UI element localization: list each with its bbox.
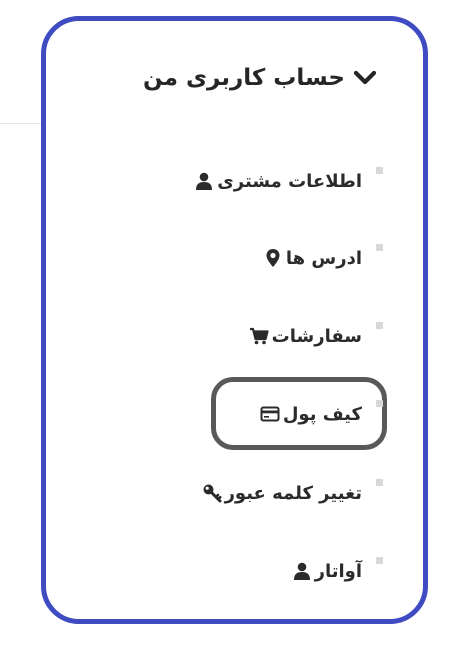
- menu-item-wallet[interactable]: کیف پول: [260, 399, 362, 429]
- menu-item-avatar[interactable]: آواتار: [292, 556, 362, 586]
- menu-item-label: ادرس ها: [285, 247, 362, 269]
- menu-item-change-password[interactable]: تغییر کلمه عبور: [202, 478, 362, 508]
- menu-item-label: سفارشات: [271, 325, 362, 347]
- list-bullet: [376, 557, 383, 564]
- user-icon: [293, 562, 310, 580]
- menu-item-label: تغییر کلمه عبور: [224, 482, 362, 504]
- credit-card-icon: [260, 406, 280, 422]
- map-marker-icon: [266, 249, 280, 267]
- menu-item-label: آواتار: [314, 560, 362, 582]
- key-icon: [203, 484, 222, 503]
- menu-item-label: کیف پول: [282, 403, 362, 425]
- shopping-cart-icon: [249, 327, 269, 345]
- account-menu-header[interactable]: حساب کاربری من: [143, 60, 377, 96]
- menu-item-label: اطلاعات مشتری: [217, 170, 362, 192]
- chevron-down-icon: [353, 70, 377, 85]
- menu-item-addresses[interactable]: ادرس ها: [263, 243, 362, 273]
- user-icon: [196, 172, 213, 190]
- account-menu-screen: حساب کاربری من اطلاعات مشتری ادرس ها سفا…: [0, 0, 467, 659]
- list-bullet: [376, 479, 383, 486]
- account-menu-panel: [41, 16, 428, 624]
- list-bullet: [376, 322, 383, 329]
- menu-item-orders[interactable]: سفارشات: [249, 321, 362, 351]
- list-bullet: [376, 244, 383, 251]
- account-menu-title: حساب کاربری من: [143, 65, 345, 91]
- list-bullet: [376, 167, 383, 174]
- list-bullet: [376, 400, 383, 407]
- menu-item-customer-info[interactable]: اطلاعات مشتری: [194, 166, 362, 196]
